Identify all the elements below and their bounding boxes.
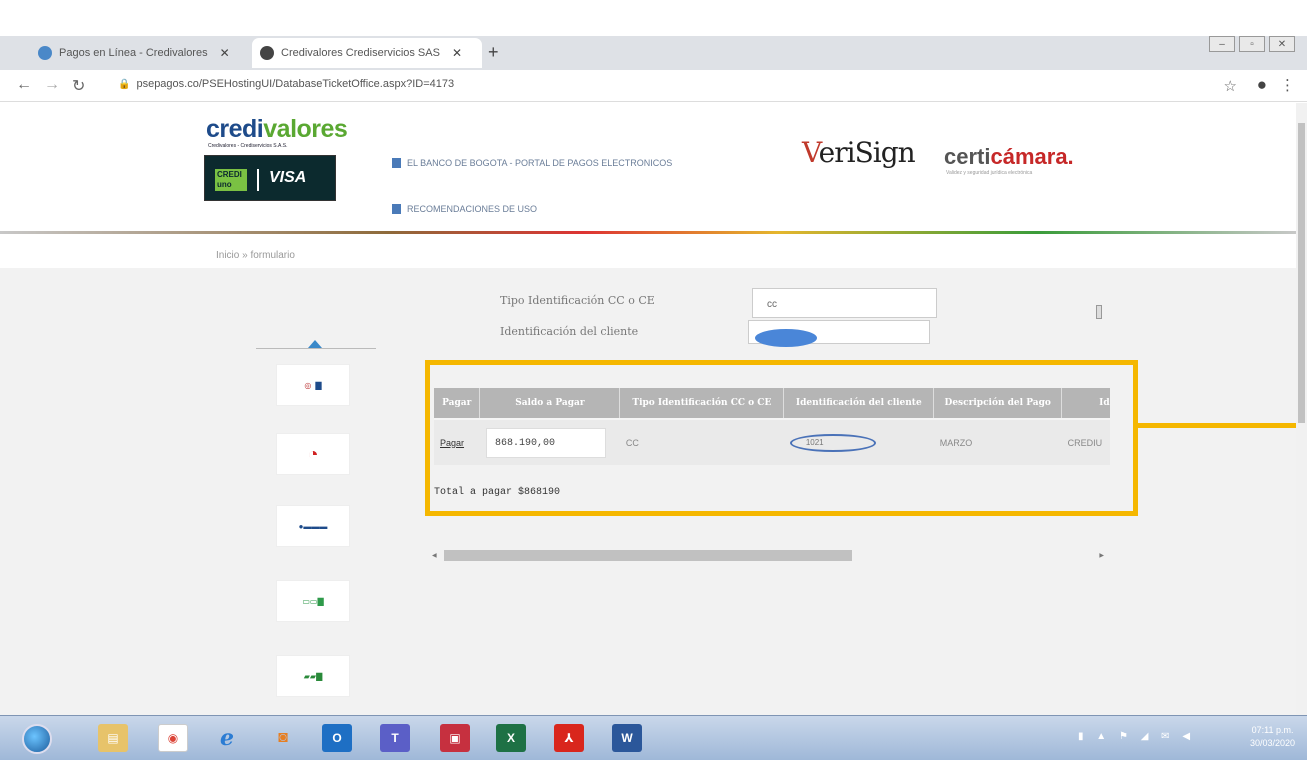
acrobat-icon[interactable]: ⅄ bbox=[554, 724, 584, 752]
recomendaciones-link[interactable]: RECOMENDACIONES DE USO bbox=[392, 204, 537, 214]
recomendaciones-link-label: RECOMENDACIONES DE USO bbox=[407, 204, 538, 214]
credivalores-logo[interactable]: credivalores Credivalores - Crediservici… bbox=[204, 115, 348, 203]
bank-logo-occidente[interactable]: ●▬▬▬ bbox=[276, 505, 350, 547]
scroll-up-arrow-icon[interactable] bbox=[308, 340, 322, 348]
maximize-icon[interactable]: ▫ bbox=[1239, 36, 1265, 52]
file-explorer-icon[interactable]: ▤ bbox=[98, 724, 128, 752]
close-tab-icon[interactable]: ✕ bbox=[452, 46, 462, 60]
site-favicon-icon bbox=[260, 46, 274, 60]
outlook-icon[interactable]: O bbox=[322, 724, 352, 752]
scrollbar-thumb[interactable] bbox=[1096, 305, 1102, 319]
new-tab-icon[interactable]: + bbox=[488, 42, 499, 63]
tab-credivalores[interactable]: Credivalores Crediservicios SAS ✕ bbox=[252, 38, 482, 68]
reload-icon[interactable]: ↻ bbox=[72, 76, 85, 96]
scroll-left-icon[interactable]: ◀ bbox=[432, 552, 437, 559]
teams-icon[interactable]: T bbox=[380, 724, 410, 752]
verisign-logo: VeriSign bbox=[802, 136, 916, 169]
start-button-icon[interactable] bbox=[22, 724, 52, 754]
bank-logo-popular[interactable]: ◔ bbox=[276, 433, 350, 475]
excel-icon[interactable]: X bbox=[496, 724, 526, 752]
url-field[interactable]: 🔒 psepagos.co/PSEHostingUI/DatabaseTicket… bbox=[118, 78, 454, 90]
close-window-icon[interactable]: ✕ bbox=[1269, 36, 1295, 52]
window-controls: ‒ ▫ ✕ bbox=[1209, 36, 1295, 52]
profile-icon[interactable]: ● bbox=[1257, 75, 1267, 95]
table-horizontal-scrollbar[interactable]: ◀ ▶ bbox=[432, 550, 1104, 562]
brand-tagline: Credivalores - Crediservicios S.A.S. bbox=[208, 143, 288, 149]
address-bar: ← → ↻ 🔒 psepagos.co/PSEHostingUI/Database… bbox=[0, 70, 1307, 102]
breadcrumb[interactable]: Inicio » formulario bbox=[216, 250, 295, 261]
certicamara-logo: certicámara. Validez y seguridad jurídic… bbox=[944, 144, 1074, 176]
bank-logo-aval[interactable]: ▭▭▇ bbox=[276, 580, 350, 622]
back-arrow-icon[interactable]: ← bbox=[16, 76, 32, 94]
home-icon bbox=[392, 158, 401, 168]
close-tab-icon[interactable]: ✕ bbox=[220, 46, 230, 60]
lock-icon: 🔒 bbox=[118, 79, 131, 90]
clock[interactable]: 07:11 p.m. 30/03/2020 bbox=[1250, 724, 1295, 750]
crediuno-logo: CREDI uno bbox=[215, 169, 247, 191]
internet-explorer-icon[interactable]: ℯ bbox=[212, 724, 242, 752]
tab-pagos-en-linea[interactable]: Pagos en Línea - Credivalores ✕ bbox=[30, 38, 252, 68]
redaction-mark bbox=[755, 329, 817, 347]
divider bbox=[256, 348, 376, 349]
divider bbox=[257, 169, 259, 191]
scroll-right-icon[interactable]: ▶ bbox=[1099, 552, 1104, 559]
word-icon[interactable]: W bbox=[612, 724, 642, 752]
window-vertical-scrollbar[interactable] bbox=[1296, 103, 1307, 715]
url-text: psepagos.co/PSEHostingUI/DatabaseTicketO… bbox=[136, 78, 455, 90]
browser-chrome: Pagos en Línea - Credivalores ✕ Credival… bbox=[0, 0, 1307, 70]
clock-date: 30/03/2020 bbox=[1250, 738, 1296, 748]
bookmark-star-icon[interactable]: ☆ bbox=[1224, 77, 1237, 95]
portal-link[interactable]: EL BANCO DE BOGOTA - PORTAL DE PAGOS ELE… bbox=[392, 158, 672, 168]
highlight-box bbox=[425, 360, 1138, 516]
tab-title: Credivalores Crediservicios SAS bbox=[281, 47, 440, 59]
card-banner: CREDI uno VISA bbox=[204, 155, 336, 201]
clock-time: 07:11 p.m. bbox=[1251, 725, 1294, 735]
document-icon bbox=[392, 204, 401, 214]
bank-logo-av-villas[interactable]: ▰▰▇ bbox=[276, 655, 350, 697]
minimize-icon[interactable]: ‒ bbox=[1209, 36, 1235, 52]
identificacion-cliente-label: Identificación del cliente bbox=[500, 325, 639, 338]
brand-wordmark: credivalores bbox=[206, 115, 348, 143]
menu-kebab-icon[interactable]: ⋮ bbox=[1280, 76, 1295, 94]
header-color-stripe bbox=[0, 231, 1296, 234]
chrome-icon[interactable]: ◉ bbox=[158, 724, 188, 752]
site-favicon-icon bbox=[38, 46, 52, 60]
highlight-connector bbox=[1138, 423, 1307, 428]
tipo-identificacion-field[interactable]: cc bbox=[752, 288, 937, 318]
tipo-identificacion-label: Tipo Identificación CC o CE bbox=[500, 294, 655, 307]
site-header: credivalores Credivalores - Crediservici… bbox=[0, 103, 1296, 234]
visa-logo: VISA bbox=[269, 169, 307, 186]
portal-link-label: EL BANCO DE BOGOTA - PORTAL DE PAGOS ELE… bbox=[407, 158, 673, 168]
media-player-icon[interactable]: ◙ bbox=[268, 724, 298, 752]
scrollbar-thumb[interactable] bbox=[444, 550, 852, 561]
bank-logo-bogota[interactable]: ◎ ▇ bbox=[276, 364, 350, 406]
system-tray[interactable]: ▮ ▲ ⚑ ◢ ✉ ◀ bbox=[1078, 731, 1195, 742]
forward-arrow-icon[interactable]: → bbox=[44, 76, 60, 94]
form-scrollbar[interactable] bbox=[1094, 295, 1104, 335]
tab-title: Pagos en Línea - Credivalores bbox=[59, 47, 208, 59]
identificacion-cliente-field[interactable] bbox=[748, 320, 930, 347]
scrollbar-thumb[interactable] bbox=[1298, 123, 1305, 423]
windows-taskbar: ▤ ◉ ℯ ◙ O T ▣ X ⅄ W ▮ ▲ ⚑ ◢ ✉ ◀ 07:11 p.… bbox=[0, 715, 1307, 760]
firewall-icon[interactable]: ▣ bbox=[440, 724, 470, 752]
